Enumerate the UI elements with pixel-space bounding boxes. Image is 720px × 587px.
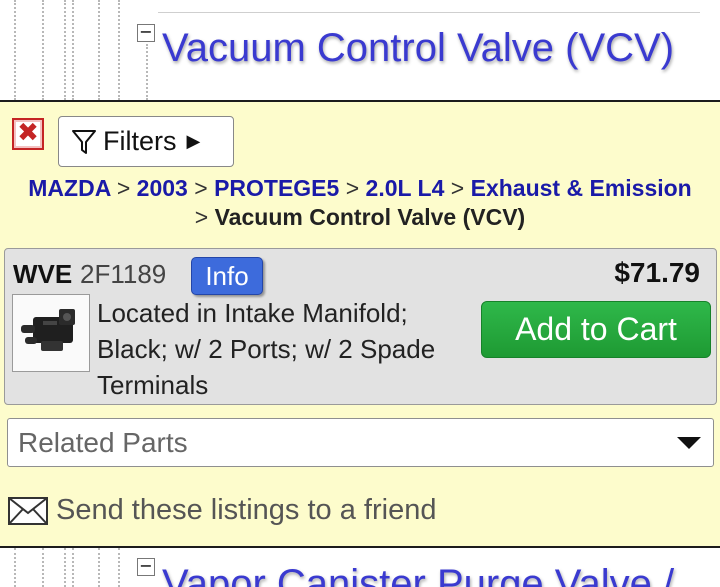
related-parts-value: Related Parts [18, 427, 188, 458]
caret-right-icon: ▶ [186, 131, 201, 151]
part-description: Located in Intake Manifold; Black; w/ 2 … [97, 298, 436, 400]
close-filters-button[interactable]: ✖ [12, 118, 44, 150]
breadcrumb-separator: > [345, 175, 360, 201]
category-panel: ✖ Filters ▶ MAZDA > 2003 > PROTEGE5 > 2.… [0, 100, 720, 548]
brand-name: WVE [13, 259, 73, 289]
collapse-toggle[interactable]: − [137, 558, 155, 576]
breadcrumb-year[interactable]: 2003 [137, 175, 188, 201]
dropdown-arrow-icon [677, 437, 701, 449]
part-listing: WVE 2F1189 Info $71.79 Located in Intake… [4, 248, 717, 405]
info-button[interactable]: Info [191, 257, 263, 295]
category-node: − Vacuum Control Valve (VCV) [0, 0, 720, 100]
divider [158, 12, 700, 13]
send-to-friend-link[interactable]: Send these listings to a friend [8, 494, 436, 527]
part-thumbnail[interactable] [12, 294, 90, 372]
send-to-friend-label: Send these listings to a friend [56, 494, 437, 526]
category-title[interactable]: Vacuum Control Valve (VCV) [162, 26, 674, 71]
breadcrumb-separator: > [194, 175, 208, 201]
breadcrumb-current: Vacuum Control Valve (VCV) [214, 204, 526, 230]
tree-guides [0, 548, 140, 587]
add-to-cart-button[interactable]: Add to Cart [481, 301, 711, 358]
breadcrumb-group[interactable]: Exhaust & Emission [471, 175, 692, 201]
valve-image [21, 309, 75, 351]
breadcrumb-model[interactable]: PROTEGE5 [214, 175, 339, 201]
envelope-icon [8, 496, 48, 525]
filters-label: Filters [103, 126, 177, 156]
breadcrumb: MAZDA > 2003 > PROTEGE5 > 2.0L L4 > Exha… [0, 174, 720, 232]
tree-guides [0, 0, 148, 100]
breadcrumb-make[interactable]: MAZDA [28, 175, 110, 201]
breadcrumb-engine[interactable]: 2.0L L4 [366, 175, 445, 201]
next-category-node: − Vapor Canister Purge Valve / [0, 548, 720, 587]
breadcrumb-separator: > [116, 175, 131, 201]
next-category-title[interactable]: Vapor Canister Purge Valve / [162, 562, 674, 587]
funnel-icon [72, 129, 96, 154]
price: $71.79 [614, 257, 700, 288]
breadcrumb-separator: > [450, 175, 465, 201]
filters-button[interactable]: Filters ▶ [58, 116, 234, 167]
part-number: 2F1189 [80, 259, 167, 289]
collapse-toggle[interactable]: − [137, 24, 155, 42]
breadcrumb-separator: > [194, 204, 209, 230]
related-parts-select[interactable]: Related Parts [7, 418, 714, 467]
